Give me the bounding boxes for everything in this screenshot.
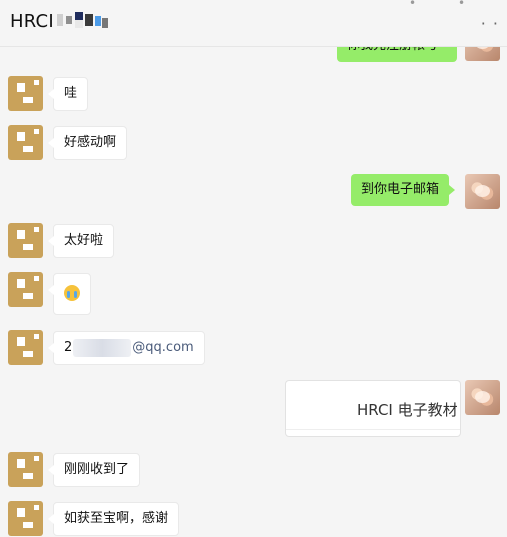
redacted-name [57, 12, 111, 30]
message-bubble-incoming[interactable]: 好感动啊 [47, 126, 128, 160]
message-text: 太好啦 [64, 233, 104, 248]
message-text: 好感动啊 [64, 135, 117, 150]
avatar-self[interactable] [465, 380, 500, 415]
email-prefix: 2 [64, 340, 73, 355]
message-text: 刚刚收到了 [64, 462, 130, 477]
email-suffix: @qq.com [132, 340, 194, 355]
card-divider [286, 429, 460, 430]
message-bubble-outgoing[interactable]: 到你电子邮箱 [351, 174, 456, 206]
redacted-block [73, 338, 132, 357]
file-card[interactable]: HRCI 电子教材 [285, 380, 461, 437]
message-bubble-incoming[interactable]: 如获至宝啊，感谢 [47, 502, 180, 536]
message-bubble-incoming[interactable]: 刚刚收到了 [47, 453, 141, 487]
header-dots-icon: • • [409, 0, 466, 10]
avatar-contact[interactable] [8, 452, 43, 487]
message-bubble-incoming[interactable] [48, 273, 91, 315]
chat-header: HRCI • • · · [0, 0, 507, 47]
avatar-contact[interactable] [8, 330, 43, 365]
avatar-self[interactable] [465, 174, 500, 209]
message-text: 如获至宝啊，感谢 [64, 511, 169, 526]
avatar-contact[interactable] [8, 223, 43, 258]
crying-face-icon [64, 284, 80, 301]
message-bubble-incoming[interactable]: 2 @qq.com [48, 331, 205, 365]
message-text: 哇 [64, 86, 78, 101]
message-bubble-incoming[interactable]: 太好啦 [47, 224, 115, 258]
avatar-contact[interactable] [8, 501, 43, 536]
chat-area: 你我先注册帐号 哇 好感动啊 到你电子邮箱 太好啦 2@qq.com HRCI … [0, 0, 507, 537]
chat-title: HRCI [10, 11, 54, 32]
avatar-contact[interactable] [8, 125, 43, 160]
more-icon[interactable]: · · [481, 14, 499, 33]
message-bubble-incoming[interactable]: 哇 [47, 77, 89, 111]
avatar-contact[interactable] [8, 272, 43, 307]
message-text: 到你电子邮箱 [361, 182, 440, 197]
file-title: HRCI 电子教材 [357, 401, 458, 419]
avatar-contact[interactable] [8, 76, 43, 111]
